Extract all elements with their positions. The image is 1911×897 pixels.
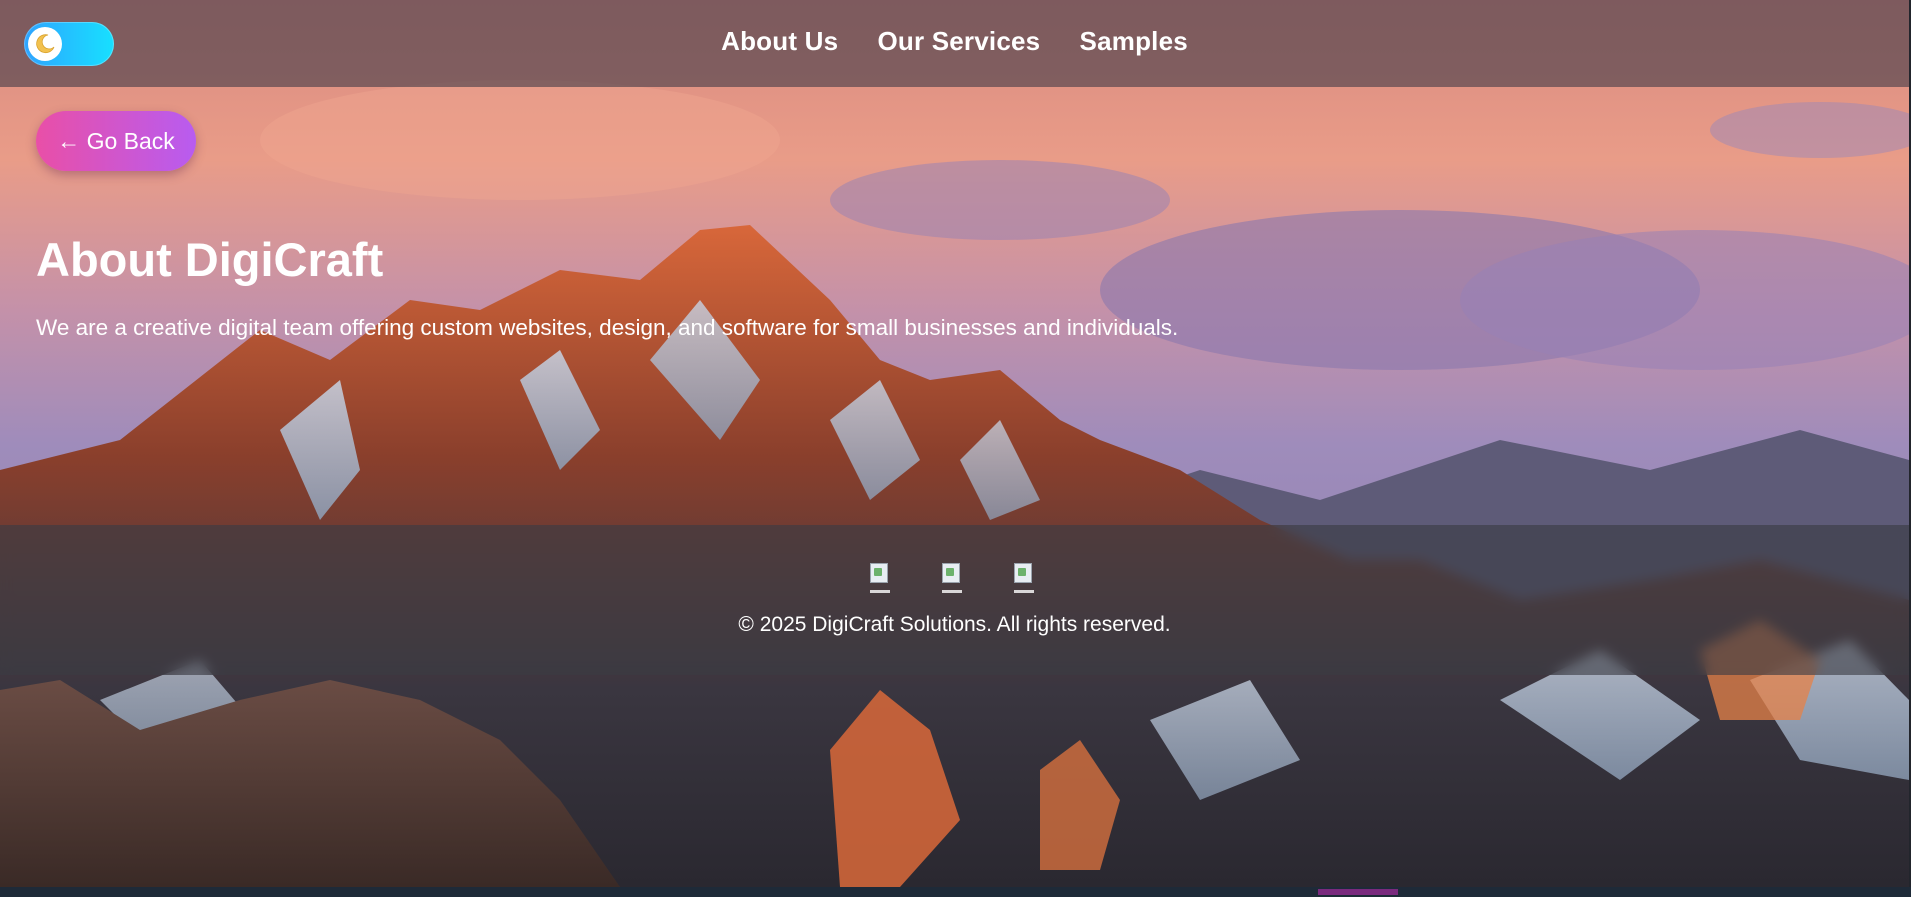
site-footer: © 2025 DigiCraft Solutions. All rights r… <box>0 525 1909 675</box>
copyright-text: © 2025 DigiCraft Solutions. All rights r… <box>738 613 1171 636</box>
facebook-icon[interactable] <box>868 561 898 595</box>
site-header: About Us Our Services Samples <box>0 0 1909 87</box>
main-nav: About Us Our Services Samples <box>0 26 1909 57</box>
nav-our-services[interactable]: Our Services <box>877 26 1040 56</box>
background-image <box>0 0 1909 887</box>
alt-text-stub <box>1013 590 1034 593</box>
go-back-button[interactable]: ← Go Back <box>36 111 196 171</box>
taskbar-strip <box>0 887 1911 897</box>
nav-samples[interactable]: Samples <box>1080 26 1188 56</box>
instagram-icon[interactable] <box>940 561 970 595</box>
page-title: About DigiCraft <box>36 233 384 286</box>
nav-about-us[interactable]: About Us <box>721 26 838 56</box>
page: About Us Our Services Samples ← Go Back … <box>0 0 1911 897</box>
broken-image-icon <box>941 563 960 583</box>
broken-image-icon <box>1013 563 1032 583</box>
taskbar-accent <box>1318 889 1398 895</box>
alt-text-stub <box>869 590 890 593</box>
mountain-scene <box>0 0 1909 887</box>
broken-image-icon <box>869 563 888 583</box>
social-links <box>0 561 1909 595</box>
linkedin-icon[interactable] <box>1012 561 1042 595</box>
alt-text-stub <box>941 590 962 593</box>
page-description: We are a creative digital team offering … <box>36 315 1179 340</box>
